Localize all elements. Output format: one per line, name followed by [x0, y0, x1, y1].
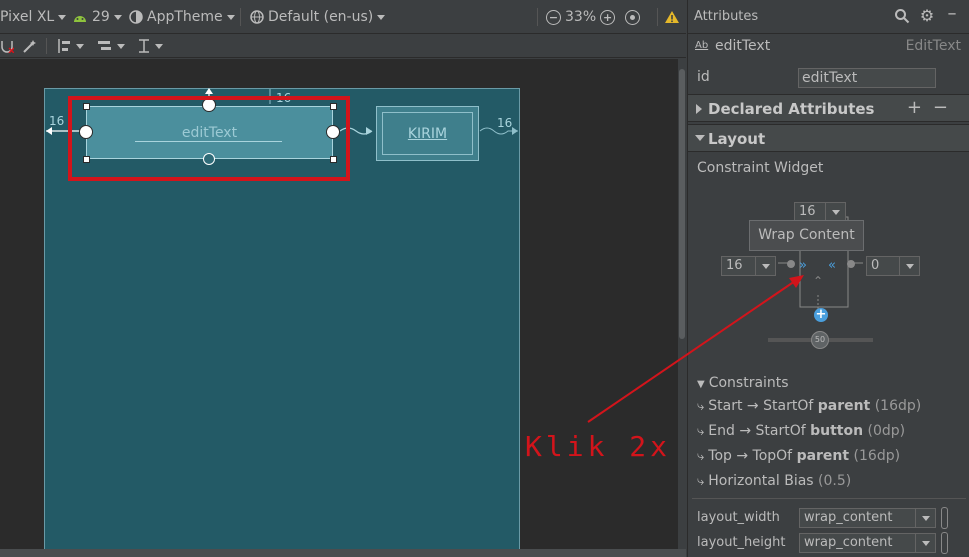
annotation-arrow [587, 275, 804, 423]
annotation-text: Klik 2x [525, 430, 672, 463]
